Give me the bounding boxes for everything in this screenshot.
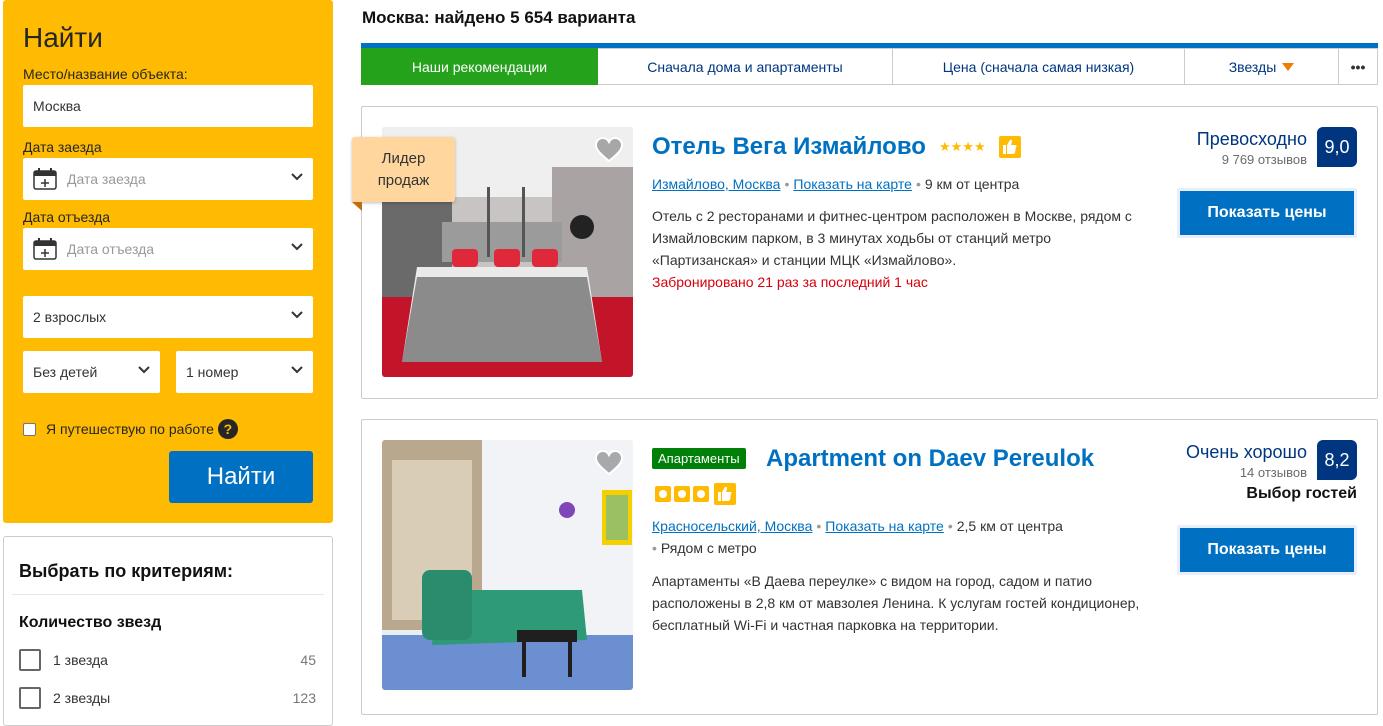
filters-title: Выбрать по критериям: [19, 561, 234, 581]
filter-item[interactable]: 1 звезда 45 [19, 647, 316, 673]
review-count[interactable]: 14 отзывов [1240, 465, 1307, 480]
hotel-card: Апартаменты Apartment on Daev Pereulok К… [361, 419, 1378, 715]
rating-pip [655, 486, 671, 502]
filter-label: 1 звезда [53, 652, 108, 668]
star-rating: ★★★★ [939, 139, 986, 154]
ribbon-tail [352, 202, 362, 211]
hotel-photo[interactable] [382, 440, 633, 690]
divider [12, 594, 324, 595]
children-value: Без детей [33, 364, 98, 380]
booked-notice: Забронировано 21 раз за последний 1 час [652, 274, 928, 290]
business-checkbox[interactable] [23, 422, 36, 436]
hotel-name[interactable]: Apartment on Daev Pereulok [766, 445, 1094, 473]
results-heading: Москва: найдено 5 654 варианта [362, 8, 636, 27]
sort-tab-homes-first[interactable]: Сначала дома и апартаменты [598, 48, 893, 85]
metro-row: • Рядом с метро [652, 540, 757, 556]
checkout-label: Дата отъезда [23, 209, 111, 225]
calendar-icon [33, 238, 57, 260]
location-row: Красносельский, Москва • Показать на карте… [652, 518, 1063, 534]
heart-icon[interactable] [595, 137, 623, 163]
bestseller-ribbon: Лидер продаж [352, 137, 455, 202]
filter-label: 2 звезды [53, 690, 111, 706]
rating-pip [693, 486, 709, 502]
distance-text: 9 км от центра [924, 176, 1020, 192]
filter-item[interactable]: 2 звезды 123 [19, 685, 316, 711]
filter-count: 45 [300, 652, 316, 668]
filter-checkbox[interactable] [19, 649, 41, 671]
adults-value: 2 взрослых [33, 309, 107, 325]
help-icon[interactable]: ? [217, 419, 238, 439]
show-on-map-link[interactable]: Показать на карте [793, 176, 912, 192]
sort-tab-stars-label: Звезды [1228, 58, 1277, 75]
hotel-card: Лидер продаж Отель Вега Измайлово ★★★★ И… [352, 106, 1378, 399]
calendar-icon [33, 168, 57, 190]
triangle-down-icon [1282, 62, 1295, 71]
checkin-label: Дата заезда [23, 139, 102, 155]
show-prices-button[interactable]: Показать цены [1177, 525, 1357, 575]
ribbon-text: Лидер продаж [377, 149, 430, 189]
children-select[interactable]: Без детей [23, 351, 160, 393]
checkin-placeholder: Дата заезда [67, 171, 146, 187]
district-link[interactable]: Измайлово, Москва [652, 176, 780, 192]
destination-input[interactable]: Москва [23, 85, 313, 127]
thumbs-up-icon [714, 483, 736, 505]
destination-label: Место/название объекта: [23, 66, 188, 82]
hotel-description: Отель с 2 ресторанами и фитнес-центром р… [652, 208, 1132, 268]
stars-filter-heading: Количество звезд [19, 614, 162, 631]
chevron-down-icon [291, 366, 303, 374]
property-type-badge: Апартаменты [652, 448, 746, 469]
metro-text: Рядом с метро [660, 540, 757, 556]
sort-tab-price-lowest[interactable]: Цена (сначала самая низкая) [893, 48, 1185, 85]
rating-pip [674, 486, 690, 502]
chevron-down-icon [291, 173, 303, 181]
destination-value: Москва [33, 98, 81, 114]
search-button[interactable]: Найти [169, 451, 313, 503]
sort-tab-recommended[interactable]: Наши рекомендации [361, 48, 598, 85]
business-label: Я путешествую по работе [46, 421, 214, 437]
checkin-field[interactable]: Дата заезда [23, 158, 313, 200]
filter-checkbox[interactable] [19, 687, 41, 709]
apartment-image [382, 440, 633, 690]
rooms-value: 1 номер [186, 364, 239, 380]
chevron-down-icon [291, 243, 303, 251]
business-row: Я путешествую по работе ? [23, 419, 238, 439]
guest-choice-label: Выбор гостей [1246, 485, 1357, 502]
rating-word: Превосходно [1196, 129, 1307, 149]
chevron-down-icon [138, 366, 150, 374]
show-prices-button[interactable]: Показать цены [1177, 188, 1357, 238]
rating-word: Очень хорошо [1186, 442, 1307, 462]
search-panel: Найти Место/название объекта: Москва Дат… [3, 0, 333, 523]
results-area: Москва: найдено 5 654 варианта Наши реко… [352, 0, 1383, 719]
sort-tab-stars[interactable]: Звезды [1185, 48, 1339, 85]
apartment-rating-icons [655, 486, 709, 502]
sidebar: Найти Место/название объекта: Москва Дат… [0, 0, 336, 726]
sort-bar: Наши рекомендации Сначала дома и апартам… [361, 43, 1378, 85]
review-count[interactable]: 9 769 отзывов [1222, 152, 1307, 167]
filter-count: 123 [292, 690, 316, 706]
distance-text: 2,5 км от центра [956, 518, 1063, 534]
search-title: Найти [23, 22, 103, 53]
show-on-map-link[interactable]: Показать на карте [825, 518, 944, 534]
adults-select[interactable]: 2 взрослых [23, 296, 313, 338]
more-options-button[interactable]: ••• [1339, 48, 1378, 85]
hotel-name[interactable]: Отель Вега Измайлово [652, 133, 926, 161]
thumbs-up-icon [999, 136, 1021, 158]
rooms-select[interactable]: 1 номер [176, 351, 313, 393]
heart-icon[interactable] [595, 450, 623, 476]
location-row: Измайлово, Москва • Показать на карте • 9 км… [652, 176, 1020, 192]
checkout-field[interactable]: Дата отъезда [23, 228, 313, 270]
chevron-down-icon [291, 311, 303, 319]
hotel-description: Апартаменты «В Даева переулке» с видом н… [652, 573, 1140, 633]
review-score: 8,2 [1317, 440, 1357, 480]
filters-panel: Выбрать по критериям: Количество звезд 1… [3, 536, 333, 726]
review-score: 9,0 [1317, 127, 1357, 167]
checkout-placeholder: Дата отъезда [67, 241, 155, 257]
district-link[interactable]: Красносельский, Москва [652, 518, 812, 534]
